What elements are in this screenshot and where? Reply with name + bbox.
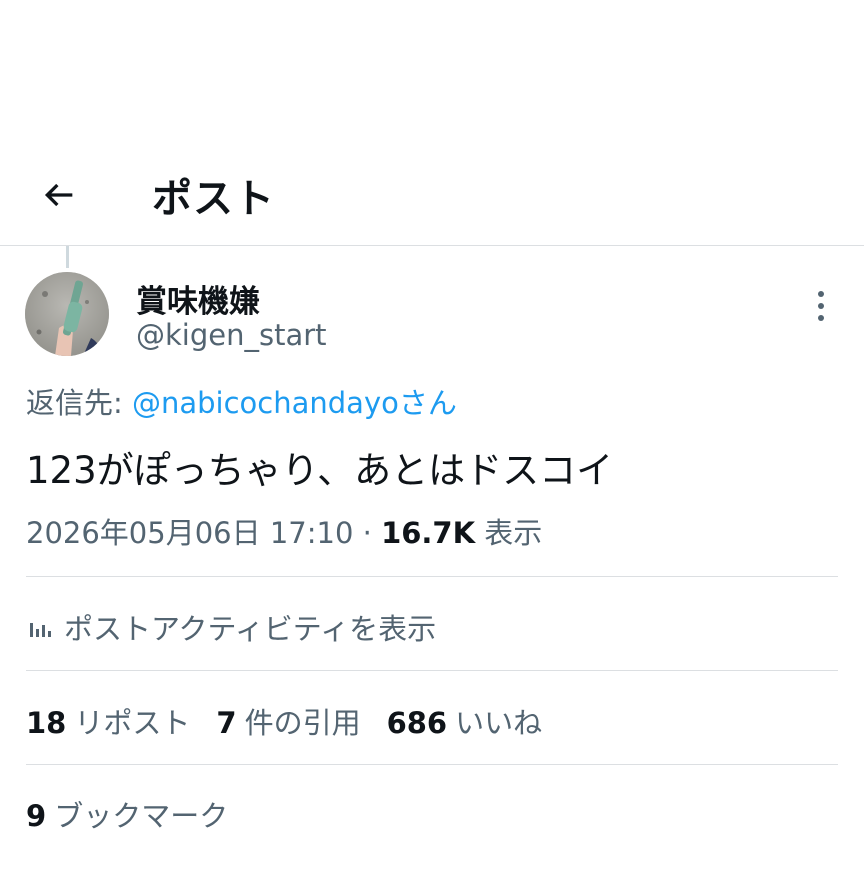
divider — [26, 576, 838, 577]
bookmarks-label[interactable]: ブックマーク — [54, 799, 228, 833]
reply-mention-suffix[interactable]: さん — [399, 386, 457, 420]
reposts-stat[interactable]: 18 リポスト — [26, 700, 190, 742]
bar-chart-icon — [30, 623, 51, 637]
post-activity-label[interactable]: ポストアクティビティを表示 — [64, 606, 436, 648]
views-count: 16.7K — [381, 516, 476, 550]
divider — [26, 764, 838, 765]
author-handle[interactable]: @kigen_start — [136, 318, 327, 352]
likes-stat[interactable]: 686 いいね — [387, 700, 543, 742]
quotes-label[interactable]: 件の引用 — [245, 706, 361, 740]
avatar-image — [25, 272, 109, 356]
page-header: ポスト — [0, 150, 864, 246]
author-display-name[interactable]: 賞味機嫌 — [136, 276, 260, 321]
tweet-text: 123がぽっちゃり、あとはドスコイ — [26, 449, 614, 492]
divider — [26, 670, 838, 671]
bookmarks-stat[interactable]: 9 ブックマーク — [26, 793, 228, 835]
likes-count[interactable]: 686 — [387, 706, 448, 740]
more-options-button[interactable] — [806, 288, 836, 324]
quotes-stat[interactable]: 7 件の引用 — [216, 700, 360, 742]
likes-label[interactable]: いいね — [455, 706, 542, 740]
bookmarks-count[interactable]: 9 — [26, 799, 46, 833]
avatar[interactable] — [25, 272, 109, 356]
views-label: 表示 — [475, 516, 543, 550]
meta-separator: · — [353, 516, 382, 550]
reply-mention-handle[interactable]: @nabicochandayo — [132, 386, 399, 420]
more-dots-icon — [818, 291, 824, 297]
tweet-timestamp[interactable]: 2026年05月06日 17:10 — [26, 516, 353, 550]
reply-to-mention-link[interactable]: @nabicochandayoさん — [132, 386, 457, 420]
more-dots-icon-dot-2 — [818, 303, 824, 309]
thread-connector-line — [66, 246, 69, 268]
engagement-stats: 18 リポスト 7 件の引用 686 いいね — [26, 700, 542, 742]
more-dots-icon-dot-3 — [818, 315, 824, 321]
reply-to-line: 返信先: @nabicochandayoさん — [26, 380, 457, 422]
page-title: ポスト — [152, 176, 275, 222]
back-button[interactable] — [34, 170, 84, 220]
quotes-count[interactable]: 7 — [216, 706, 236, 740]
reposts-count[interactable]: 18 — [26, 706, 66, 740]
arrow-left-icon — [44, 183, 73, 207]
reply-to-label: 返信先: — [26, 386, 132, 420]
post-activity-link[interactable]: ポストアクティビティを表示 — [26, 606, 436, 648]
tweet-meta: 2026年05月06日 17:10 · 16.7K 表示 — [26, 510, 542, 552]
reposts-label[interactable]: リポスト — [74, 706, 190, 740]
